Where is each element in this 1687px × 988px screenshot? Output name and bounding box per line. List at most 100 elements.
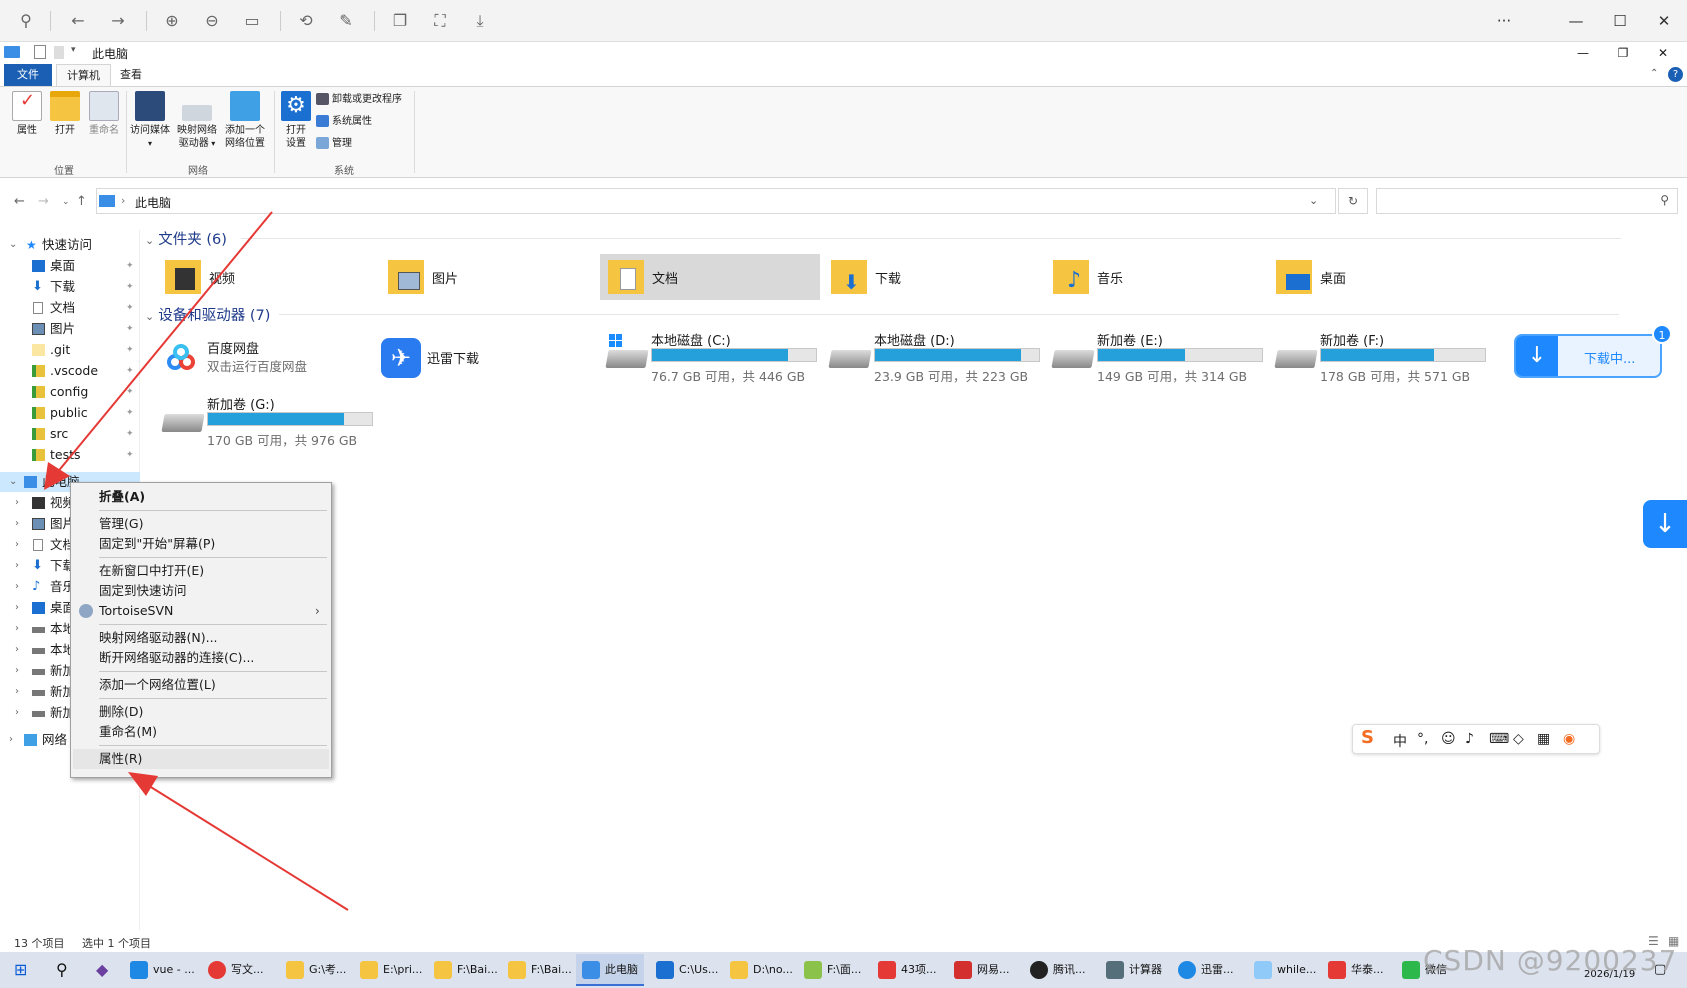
- pin-icon[interactable]: ✦: [126, 277, 134, 297]
- zoom-out-icon[interactable]: ⊖: [200, 9, 224, 33]
- pin-icon[interactable]: ✦: [126, 319, 134, 339]
- pin-icon[interactable]: ✦: [126, 403, 134, 423]
- collapse-chevron-icon[interactable]: ›: [15, 640, 19, 660]
- collapse-chevron-icon[interactable]: ›: [15, 619, 19, 639]
- menu-item-disconnect-drive[interactable]: 断开网络驱动器的连接(C)...: [99, 648, 254, 668]
- properties-button[interactable]: ✓ 属性: [10, 91, 44, 137]
- menu-item-pin-quick-access[interactable]: 固定到快速访问: [99, 581, 187, 601]
- collapse-chevron-icon[interactable]: ›: [15, 514, 19, 534]
- taskbar-item[interactable]: 腾讯...: [1030, 954, 1086, 986]
- menu-item-properties[interactable]: 属性(R): [73, 749, 329, 769]
- pin-icon[interactable]: ✦: [126, 361, 134, 381]
- address-dropdown-icon[interactable]: ⌄: [1309, 194, 1318, 207]
- pin-icon[interactable]: ✦: [126, 340, 134, 360]
- menu-item-collapse[interactable]: 折叠(A): [99, 487, 145, 507]
- explorer-restore-icon[interactable]: ❐: [1608, 43, 1638, 63]
- ime-language-toggle[interactable]: 中: [1393, 731, 1407, 751]
- section-folders-header[interactable]: ⌄ 文件夹 (6): [145, 228, 227, 249]
- section-drives-header[interactable]: ⌄ 设备和驱动器 (7): [145, 304, 270, 325]
- folder-desktop[interactable]: 桌面: [1268, 254, 1488, 300]
- taskbar-item[interactable]: vue - ...: [130, 954, 195, 986]
- menu-item-rename[interactable]: 重命名(M): [99, 722, 157, 742]
- drive-c[interactable]: 本地磁盘 (C:) 76.7 GB 可用，共 446 GB: [601, 328, 817, 384]
- section-collapse-icon[interactable]: ⌄: [145, 310, 154, 323]
- folder-videos[interactable]: 视频: [157, 254, 377, 300]
- manage-button[interactable]: 管理: [316, 135, 352, 153]
- drive-d[interactable]: 本地磁盘 (D:) 23.9 GB 可用，共 223 GB: [824, 328, 1040, 384]
- menu-item-add-network-location[interactable]: 添加一个网络位置(L): [99, 675, 216, 695]
- ribbon-collapse-icon[interactable]: ⌃: [1650, 68, 1658, 79]
- tree-item-documents[interactable]: 文档 ✦: [0, 298, 140, 318]
- blank-doc-icon[interactable]: [54, 46, 64, 59]
- collapse-chevron-icon[interactable]: ›: [15, 598, 19, 618]
- emoji-icon[interactable]: ☺: [1441, 731, 1456, 747]
- maximize-button[interactable]: ☐: [1602, 9, 1638, 33]
- nav-up-icon[interactable]: ↑: [76, 194, 87, 209]
- pin-icon[interactable]: ✦: [126, 445, 134, 465]
- forward-arrow-icon[interactable]: →: [106, 9, 130, 33]
- collapse-chevron-icon[interactable]: ›: [15, 535, 19, 555]
- zoom-in-icon[interactable]: ⊕: [160, 9, 184, 33]
- nav-forward-icon[interactable]: →: [38, 194, 49, 209]
- collapse-chevron-icon[interactable]: ›: [15, 661, 19, 681]
- taskbar-item[interactable]: F:\面...: [804, 954, 861, 986]
- tree-item-src[interactable]: src ✦: [0, 424, 140, 444]
- keyboard-icon[interactable]: ⌨: [1489, 731, 1509, 747]
- edit-icon[interactable]: ✎: [334, 9, 358, 33]
- taskbar-item[interactable]: D:\no...: [730, 954, 793, 986]
- taskbar-item[interactable]: G:\考...: [286, 954, 346, 986]
- rename-button[interactable]: 重命名: [84, 91, 124, 137]
- taskbar-item[interactable]: 计算器: [1106, 954, 1162, 986]
- close-button[interactable]: ✕: [1646, 9, 1682, 33]
- tab-computer[interactable]: 计算机: [56, 64, 111, 86]
- taskbar-item[interactable]: while...: [1254, 954, 1316, 986]
- tab-file[interactable]: 文件: [4, 64, 52, 86]
- uninstall-button[interactable]: 卸载或更改程序: [316, 91, 402, 109]
- tree-item-config[interactable]: config ✦: [0, 382, 140, 402]
- map-drive-button[interactable]: 映射网络 驱动器 ▾: [174, 91, 220, 150]
- taskbar-item[interactable]: F:\Bai...: [434, 954, 498, 986]
- pin-icon[interactable]: ✦: [126, 382, 134, 402]
- add-network-location-button[interactable]: 添加一个 网络位置: [222, 91, 268, 150]
- taskbar-item[interactable]: 写文...: [208, 954, 264, 986]
- tree-item-git[interactable]: .git ✦: [0, 340, 140, 360]
- tree-item-downloads[interactable]: ⬇ 下载 ✦: [0, 277, 140, 297]
- folder-downloads[interactable]: ⬇ 下载: [823, 254, 1043, 300]
- pin-icon[interactable]: ✦: [126, 298, 134, 318]
- download-progress-widget[interactable]: ↓ 下载中... 1: [1514, 324, 1672, 378]
- collapse-chevron-icon[interactable]: ›: [9, 730, 13, 750]
- menu-item-map-drive[interactable]: 映射网络驱动器(N)...: [99, 628, 218, 648]
- expand-chevron-icon[interactable]: ⌄: [9, 472, 17, 492]
- collapse-chevron-icon[interactable]: ›: [15, 577, 19, 597]
- tree-item-vscode[interactable]: .vscode ✦: [0, 361, 140, 381]
- menu-item-open-new-window[interactable]: 在新窗口中打开(E): [99, 561, 204, 581]
- actual-size-icon[interactable]: ▭: [240, 9, 264, 33]
- pin-icon[interactable]: ✦: [126, 424, 134, 444]
- expand-chevron-icon[interactable]: ⌄: [9, 235, 17, 255]
- menu-item-pin-start[interactable]: 固定到"开始"屏幕(P): [99, 534, 215, 554]
- taskbar-item[interactable]: C:\Us...: [656, 954, 718, 986]
- pin-icon[interactable]: ✦: [126, 256, 134, 276]
- more-button[interactable]: ···: [1486, 9, 1522, 33]
- taskbar-item[interactable]: 网易...: [954, 954, 1010, 986]
- collapse-chevron-icon[interactable]: ›: [15, 682, 19, 702]
- open-button[interactable]: 打开: [48, 91, 82, 137]
- folder-pictures[interactable]: 图片: [380, 254, 600, 300]
- copy-icon[interactable]: ❐: [388, 9, 412, 33]
- side-download-button[interactable]: ↓: [1643, 500, 1687, 548]
- quick-toolbar-dropdown-icon[interactable]: ▾: [71, 45, 76, 55]
- skin-icon[interactable]: ◇: [1513, 731, 1524, 747]
- nav-back-icon[interactable]: ←: [14, 194, 25, 209]
- tree-item-desktop[interactable]: 桌面 ✦: [0, 256, 140, 276]
- folder-music[interactable]: ♪ 音乐: [1045, 254, 1265, 300]
- menu-item-manage[interactable]: 管理(G): [99, 514, 143, 534]
- taskbar-item[interactable]: F:\Bai...: [508, 954, 572, 986]
- drive-xunlei-download[interactable]: ✈ 迅雷下载: [377, 336, 587, 388]
- drive-g[interactable]: 新加卷 (G:) 170 GB 可用，共 976 GB: [157, 392, 373, 448]
- taskbar-item[interactable]: 华泰...: [1328, 954, 1384, 986]
- refresh-button[interactable]: ↻: [1338, 188, 1368, 214]
- toolbox-icon[interactable]: ▦: [1537, 731, 1550, 747]
- help-icon[interactable]: ?: [1668, 67, 1683, 82]
- collapse-chevron-icon[interactable]: ›: [15, 556, 19, 576]
- taskbar-item[interactable]: 迅雷...: [1178, 954, 1234, 986]
